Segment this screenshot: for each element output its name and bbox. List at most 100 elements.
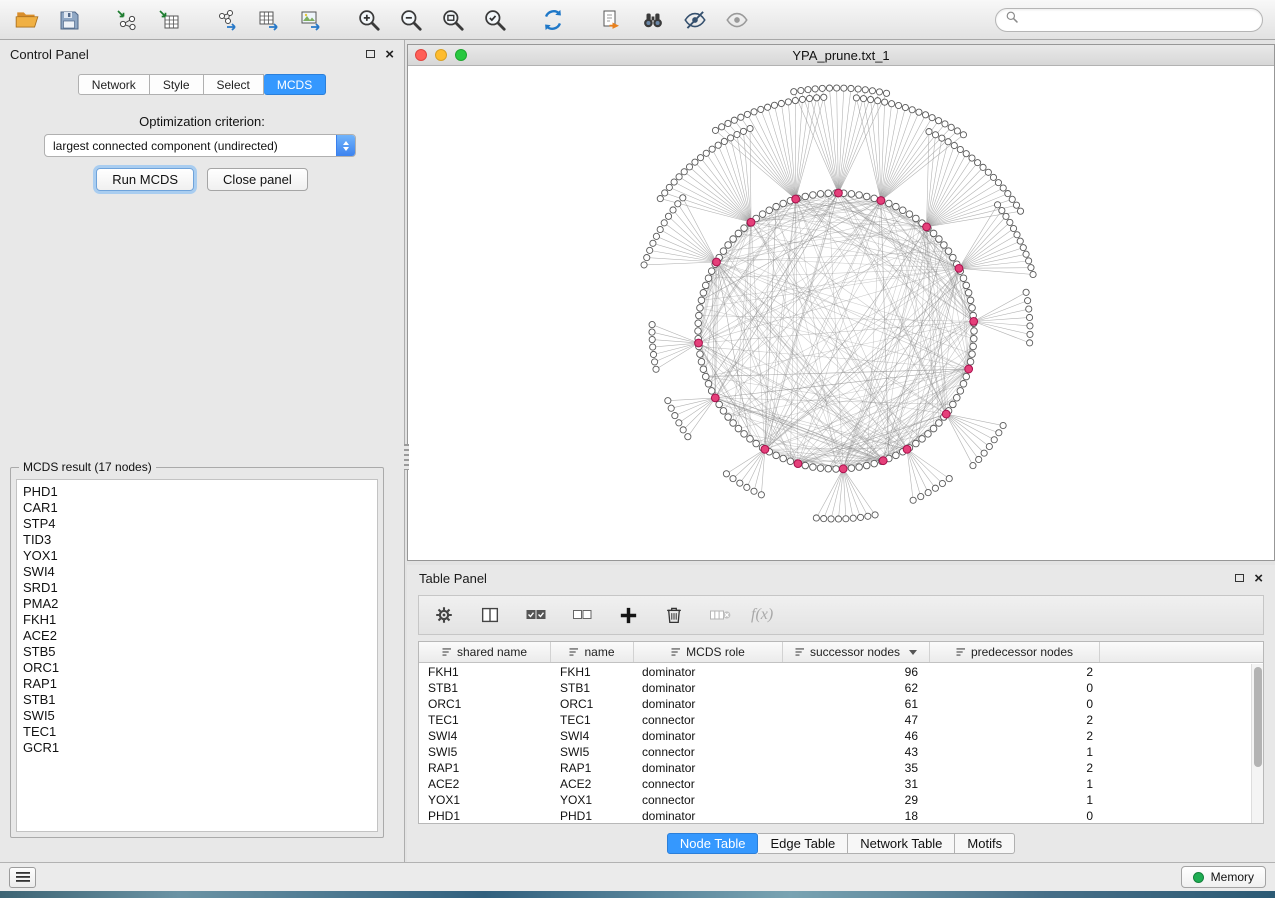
table-panel: Table Panel × — [407, 565, 1275, 862]
result-node[interactable]: FKH1 — [23, 612, 371, 628]
result-node[interactable]: STP4 — [23, 516, 371, 532]
binoculars-icon[interactable] — [638, 5, 668, 35]
select-all-icon[interactable] — [521, 600, 551, 630]
export-image-icon[interactable] — [296, 5, 326, 35]
minimize-window-button[interactable] — [435, 49, 447, 61]
result-node[interactable]: TEC1 — [23, 724, 371, 740]
open-folder-icon[interactable] — [12, 5, 42, 35]
result-node[interactable]: RAP1 — [23, 676, 371, 692]
tab-style[interactable]: Style — [150, 74, 204, 95]
table-row[interactable]: ORC1ORC1dominator610 — [419, 696, 1251, 712]
result-node[interactable]: ORC1 — [23, 660, 371, 676]
table-row[interactable]: PHD1PHD1dominator180 — [419, 808, 1251, 824]
column-selector-icon[interactable] — [475, 600, 505, 630]
import-table-icon[interactable] — [154, 5, 184, 35]
network-view-canvas[interactable] — [408, 66, 1274, 560]
close-panel-icon[interactable]: × — [385, 47, 394, 62]
column-header-mcds-role[interactable]: MCDS role — [634, 642, 783, 662]
run-mcds-button[interactable]: Run MCDS — [96, 168, 194, 191]
export-table-icon[interactable] — [254, 5, 284, 35]
table-scrollbar[interactable] — [1251, 664, 1263, 823]
table-row[interactable]: RAP1RAP1dominator352 — [419, 760, 1251, 776]
share-document-icon[interactable] — [596, 5, 626, 35]
delete-table-icon[interactable] — [705, 600, 735, 630]
add-row-icon[interactable] — [613, 600, 643, 630]
import-network-icon[interactable] — [112, 5, 142, 35]
zoom-out-icon[interactable] — [396, 5, 426, 35]
hide-details-icon[interactable] — [680, 5, 710, 35]
table-row[interactable]: STB1STB1dominator620 — [419, 680, 1251, 696]
control-panel-header: Control Panel × — [0, 40, 404, 68]
close-window-button[interactable] — [415, 49, 427, 61]
zoom-in-icon[interactable] — [354, 5, 384, 35]
result-node[interactable]: CAR1 — [23, 500, 371, 516]
search-icon — [1005, 10, 1019, 29]
table-row[interactable]: SWI5SWI5connector431 — [419, 744, 1251, 760]
criterion-dropdown[interactable]: largest connected component (undirected) — [44, 134, 356, 157]
show-details-icon[interactable] — [722, 5, 752, 35]
tab-mcds[interactable]: MCDS — [264, 74, 326, 95]
result-node[interactable]: SWI4 — [23, 564, 371, 580]
function-builder-fx[interactable]: f(x) — [751, 606, 773, 624]
column-header-successor-nodes[interactable]: successor nodes — [783, 642, 930, 662]
save-icon[interactable] — [54, 5, 84, 35]
tab-select[interactable]: Select — [204, 74, 264, 95]
dropdown-stepper-icon[interactable] — [336, 134, 355, 157]
network-window-titlebar[interactable] — [408, 45, 1274, 66]
table-toolbar: f(x) — [418, 595, 1264, 635]
mcds-result-list[interactable]: PHD1CAR1STP4TID3YOX1SWI4SRD1PMA2FKH1ACE2… — [16, 479, 378, 832]
float-table-panel-icon[interactable] — [1235, 574, 1244, 582]
table-row[interactable]: ACE2ACE2connector311 — [419, 776, 1251, 792]
result-node[interactable]: SRD1 — [23, 580, 371, 596]
control-panel: Control Panel × NetworkStyleSelectMCDS O… — [0, 40, 405, 862]
export-network-icon[interactable] — [212, 5, 242, 35]
float-panel-icon[interactable] — [366, 50, 375, 58]
memory-label: Memory — [1211, 870, 1254, 884]
panel-splitter-handle[interactable] — [404, 444, 409, 470]
tab-network-table[interactable]: Network Table — [848, 833, 955, 854]
table-row[interactable]: TEC1TEC1connector472 — [419, 712, 1251, 728]
tab-node-table[interactable]: Node Table — [667, 833, 759, 854]
table-scrollbar-thumb[interactable] — [1254, 667, 1262, 767]
export-group — [212, 5, 326, 35]
sort-icon — [956, 647, 966, 657]
result-node[interactable]: TID3 — [23, 532, 371, 548]
close-table-panel-icon[interactable]: × — [1254, 571, 1263, 586]
tab-edge-table[interactable]: Edge Table — [758, 833, 848, 854]
main-toolbar — [0, 0, 1275, 40]
zoom-fit-icon[interactable] — [438, 5, 468, 35]
result-node[interactable]: STB5 — [23, 644, 371, 660]
settings-gear-icon[interactable] — [429, 600, 459, 630]
tab-motifs[interactable]: Motifs — [955, 833, 1015, 854]
result-node[interactable]: SWI5 — [23, 708, 371, 724]
deselect-all-icon[interactable] — [567, 600, 597, 630]
search-box[interactable] — [995, 8, 1263, 32]
result-node[interactable]: PHD1 — [23, 484, 371, 500]
table-row[interactable]: YOX1YOX1connector291 — [419, 792, 1251, 808]
tab-network[interactable]: Network — [78, 74, 150, 95]
control-panel-tabs: NetworkStyleSelectMCDS — [0, 74, 404, 95]
chevron-down-icon[interactable] — [909, 650, 917, 655]
column-header-shared-name[interactable]: shared name — [419, 642, 551, 662]
result-node[interactable]: GCR1 — [23, 740, 371, 756]
result-node[interactable]: YOX1 — [23, 548, 371, 564]
column-header-filler — [1100, 642, 1263, 662]
zoom-selected-icon[interactable] — [480, 5, 510, 35]
memory-button[interactable]: Memory — [1181, 866, 1266, 888]
column-header-predecessor-nodes[interactable]: predecessor nodes — [930, 642, 1100, 662]
result-node[interactable]: STB1 — [23, 692, 371, 708]
search-input[interactable] — [1025, 13, 1253, 27]
control-panel-title: Control Panel — [10, 47, 89, 62]
maximize-window-button[interactable] — [455, 49, 467, 61]
column-header-name[interactable]: name — [551, 642, 634, 662]
delete-row-icon[interactable] — [659, 600, 689, 630]
table-row[interactable]: SWI4SWI4dominator462 — [419, 728, 1251, 744]
result-node[interactable]: PMA2 — [23, 596, 371, 612]
refresh-icon[interactable] — [538, 5, 568, 35]
task-history-button[interactable] — [9, 867, 36, 888]
refresh-group — [538, 5, 568, 35]
memory-status-dot — [1193, 872, 1204, 883]
close-panel-button[interactable]: Close panel — [207, 168, 308, 191]
table-row[interactable]: FKH1FKH1dominator962 — [419, 664, 1251, 680]
result-node[interactable]: ACE2 — [23, 628, 371, 644]
